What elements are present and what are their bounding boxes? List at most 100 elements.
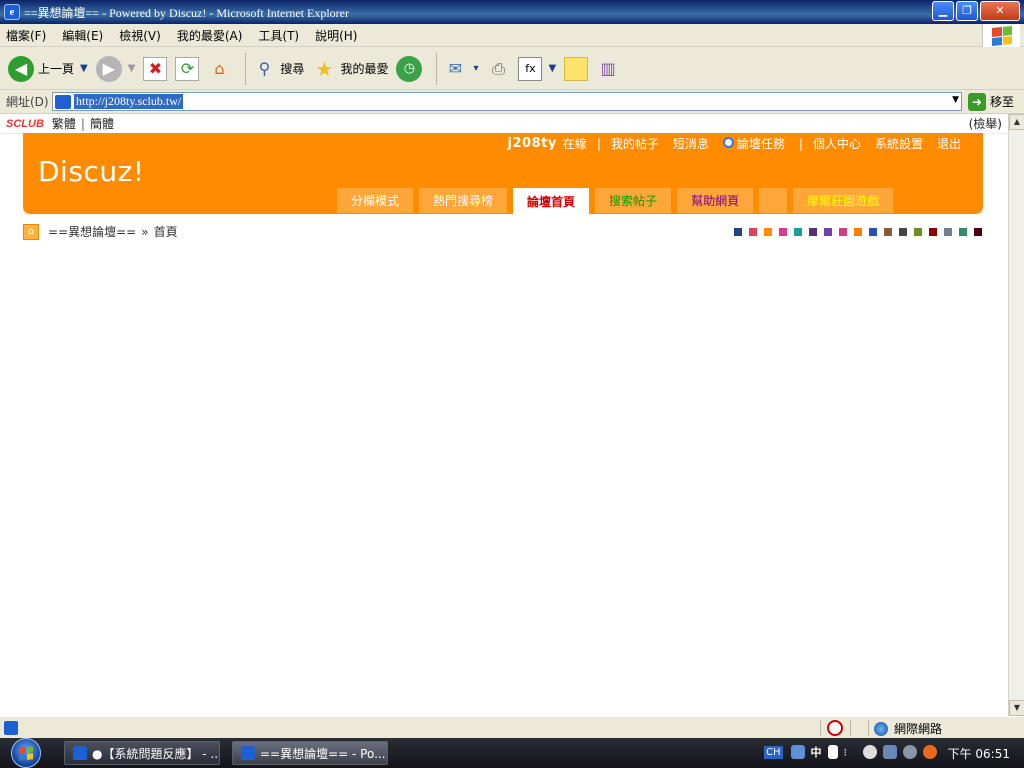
security-icon[interactable]	[903, 745, 918, 759]
history-button[interactable]: ◷	[396, 55, 423, 82]
style-swatch[interactable]	[794, 228, 802, 236]
start-button[interactable]	[0, 738, 52, 768]
update-icon[interactable]	[923, 745, 938, 759]
ime-language[interactable]: CH	[764, 745, 783, 759]
nav-tab[interactable]: 分欄模式	[337, 188, 414, 213]
style-swatch[interactable]	[899, 228, 907, 236]
refresh-button[interactable]: ⟳	[175, 56, 200, 81]
style-swatch[interactable]	[944, 228, 952, 236]
style-swatch[interactable]	[914, 228, 922, 236]
menu-file[interactable]: 檔案(F)	[6, 27, 46, 44]
menu-view[interactable]: 檢視(V)	[119, 27, 161, 44]
toolbar: ◀ 上一頁 ▼ ▶ ▼ ✖ ⟳ ⌂ ⚲ 搜尋 ★ 我的最愛 ◷ ✉ ▾ ⎙ fx…	[0, 48, 1024, 90]
edit-dropdown-icon[interactable]: ▼	[548, 63, 556, 74]
nav-tab[interactable]: 搜索帖子	[595, 188, 672, 213]
stop-button[interactable]: ✖	[143, 56, 168, 81]
history-icon: ◷	[396, 55, 423, 82]
taskbar-item-active[interactable]: ==異想論壇== - Po...	[232, 741, 388, 765]
menu-edit[interactable]: 編輯(E)	[62, 27, 103, 44]
privacy-icon[interactable]	[827, 720, 843, 736]
style-swatch[interactable]	[854, 228, 862, 236]
style-swatch[interactable]	[839, 228, 847, 236]
zone-label: 網際網路	[894, 722, 943, 736]
user-center-link[interactable]: 個人中心	[813, 135, 861, 152]
nav-tab[interactable]: 論壇首頁	[513, 188, 590, 214]
edit-button[interactable]: fx ▼	[518, 56, 556, 81]
forward-dropdown-icon[interactable]: ▼	[128, 63, 136, 74]
printer-icon: ⎙	[492, 58, 505, 78]
scroll-up-icon[interactable]: ▲	[1009, 114, 1024, 130]
breadcrumb-site[interactable]: ==異想論壇==	[48, 223, 136, 240]
forum-header: Discuz! j208ty 在線 | 我的帖子 短消息 論壇任務 | 個人中心…	[23, 133, 983, 214]
page-icon	[55, 94, 71, 109]
sclub-logo[interactable]: SCLUB	[6, 118, 44, 130]
security-zone: 網際網路	[874, 720, 942, 737]
ime-shape-icon[interactable]	[827, 745, 838, 759]
volume-icon[interactable]	[863, 745, 878, 759]
settings-link[interactable]: 系統設置	[875, 135, 923, 152]
address-dropdown-icon[interactable]: ▼	[952, 95, 959, 105]
favorites-button[interactable]: ★ 我的最愛	[312, 57, 388, 81]
online-status[interactable]: 在線	[563, 135, 587, 152]
home-icon[interactable]: ⌂	[23, 223, 39, 240]
style-swatch[interactable]	[869, 228, 877, 236]
status-divider	[820, 720, 821, 736]
nav-tab[interactable]: 摩爾莊園遊戲	[793, 188, 894, 213]
windows-logo-icon	[982, 24, 1020, 47]
search-button[interactable]: ⚲ 搜尋	[252, 57, 305, 81]
ime-icon[interactable]	[790, 745, 805, 759]
minimize-button[interactable]: ▁	[932, 1, 954, 21]
menu-help[interactable]: 說明(H)	[315, 27, 357, 44]
my-posts-link[interactable]: 我的帖子	[611, 135, 659, 152]
style-swatch[interactable]	[884, 228, 892, 236]
close-button[interactable]: ✕	[980, 1, 1020, 21]
logout-link[interactable]: 退出	[937, 135, 961, 152]
style-swatch[interactable]	[959, 228, 967, 236]
menu-favorites[interactable]: 我的最愛(A)	[177, 27, 243, 44]
back-button[interactable]: ◀ 上一頁 ▼	[8, 55, 88, 82]
style-swatch[interactable]	[734, 228, 742, 236]
taskbar-item[interactable]: ●【系統問題反應】 - ...	[64, 741, 220, 765]
mail-dropdown-icon[interactable]: ▾	[473, 63, 478, 74]
style-swatch[interactable]	[749, 228, 757, 236]
address-url[interactable]: http://j208ty.sclub.tw/	[74, 94, 184, 109]
note-button[interactable]	[564, 56, 589, 81]
forum-logo[interactable]: Discuz!	[38, 155, 145, 188]
breadcrumb-current: 首頁	[153, 225, 178, 239]
style-swatch[interactable]	[824, 228, 832, 236]
toolbar-separator	[245, 52, 247, 85]
report-link[interactable]: (檢舉)	[969, 115, 1002, 132]
home-button[interactable]: ⌂	[207, 57, 231, 81]
ie-icon	[241, 746, 255, 760]
link-separator: |	[80, 116, 85, 131]
nav-tab[interactable]: 幫助網頁	[677, 188, 754, 213]
nav-tab[interactable]	[759, 188, 788, 213]
vertical-scrollbar[interactable]: ▲ ▼	[1008, 114, 1024, 716]
style-swatch[interactable]	[974, 228, 982, 236]
messages-link[interactable]: 短消息	[673, 135, 709, 152]
nav-tab[interactable]: 熱門搜尋榜	[419, 188, 508, 213]
clock: 下午 06:51	[947, 747, 1010, 761]
print-button[interactable]: ⎙	[486, 57, 510, 81]
username-link[interactable]: j208ty	[508, 136, 557, 151]
style-swatch[interactable]	[764, 228, 772, 236]
mail-button[interactable]: ✉ ▾	[443, 57, 479, 81]
tasks-link[interactable]: 論壇任務	[722, 135, 785, 152]
back-dropdown-icon[interactable]: ▼	[80, 63, 88, 74]
style-swatch[interactable]	[779, 228, 787, 236]
simplified-link[interactable]: 簡體	[90, 115, 114, 132]
breadcrumb: ⌂ ==異想論壇== » 首頁	[23, 223, 178, 240]
scroll-down-icon[interactable]: ▼	[1009, 700, 1024, 716]
style-swatch[interactable]	[809, 228, 817, 236]
address-input[interactable]: http://j208ty.sclub.tw/ ▼	[52, 92, 962, 111]
menu-tools[interactable]: 工具(T)	[258, 27, 299, 44]
research-button[interactable]: ▥	[596, 57, 620, 81]
traditional-link[interactable]: 繁體	[52, 115, 76, 132]
restore-button[interactable]: ❐	[956, 1, 978, 21]
style-swatch[interactable]	[929, 228, 937, 236]
forward-button[interactable]: ▶ ▼	[95, 55, 136, 82]
network-icon[interactable]	[883, 745, 898, 759]
back-arrow-icon: ◀	[8, 55, 34, 82]
ime-mode[interactable]: 中	[811, 744, 822, 760]
go-button[interactable]: ➜ 移至	[968, 92, 1014, 111]
